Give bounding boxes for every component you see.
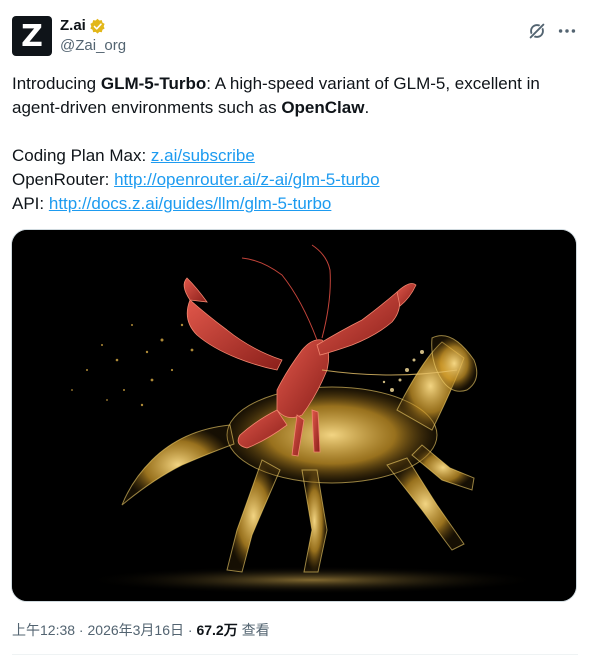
meta-separator: · — [184, 622, 197, 638]
divider — [12, 654, 578, 655]
openrouter-link[interactable]: http://openrouter.ai/z-ai/glm-5-turbo — [114, 170, 380, 189]
tweet-header: Z Z.ai @Zai_org — [12, 16, 578, 58]
author-names: Z.ai @Zai_org — [60, 16, 126, 56]
views-count: 67.2万 — [196, 622, 238, 638]
tweet-time[interactable]: 上午12:38 — [12, 622, 75, 638]
tweet-text: Introducing GLM-5-Turbo: A high-speed va… — [12, 72, 578, 216]
coding-plan-label: Coding Plan Max: — [12, 146, 151, 165]
more-options-icon[interactable] — [556, 20, 578, 42]
openrouter-label: OpenRouter: — [12, 170, 115, 189]
verified-badge-icon — [90, 18, 105, 34]
tweet-meta: 上午12:38 · 2026年3月16日 · 67.2万 查看 — [12, 620, 270, 640]
views-label: 查看 — [237, 622, 270, 638]
crawfish-riding-horse-illustration — [12, 230, 576, 601]
display-name[interactable]: Z.ai — [60, 16, 86, 36]
intro-text: Introducing — [12, 74, 101, 93]
subscribe-link[interactable]: z.ai/subscribe — [151, 146, 255, 165]
product-name: GLM-5-Turbo — [100, 74, 207, 93]
avatar[interactable]: Z — [12, 16, 52, 56]
description-end: . — [364, 98, 370, 117]
meta-separator: · — [75, 622, 88, 638]
tweet-image[interactable] — [11, 229, 577, 602]
tweet: Z Z.ai @Zai_org Introducing GLM-5-Turbo:… — [0, 0, 590, 658]
tweet-date[interactable]: 2026年3月16日 — [88, 622, 185, 638]
api-label: API: — [12, 194, 49, 213]
handle[interactable]: @Zai_org — [60, 36, 126, 56]
grok-icon[interactable] — [526, 20, 548, 42]
api-docs-link[interactable]: http://docs.z.ai/guides/llm/glm-5-turbo — [49, 194, 332, 213]
brand-name: OpenClaw — [281, 98, 365, 117]
